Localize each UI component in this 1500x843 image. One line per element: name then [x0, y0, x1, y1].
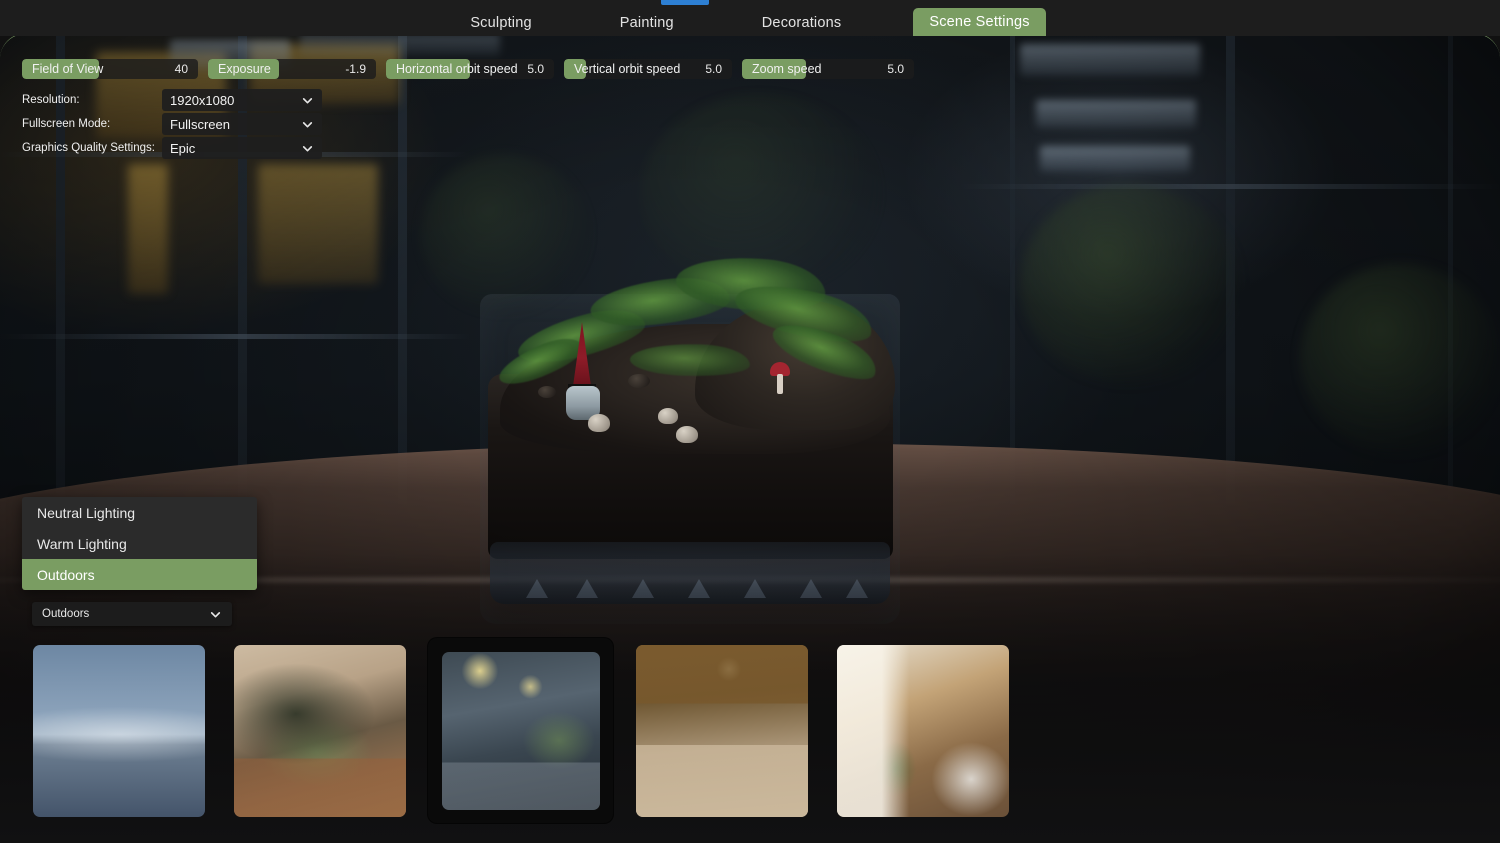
terrarium-model[interactable] [480, 251, 900, 644]
glass-shard [526, 579, 548, 598]
cool-window-glow [1036, 100, 1196, 128]
slider-label: Exposure [218, 62, 271, 76]
glass-shard [744, 579, 766, 598]
slider-value: 5.0 [887, 62, 904, 76]
slider-label: Horizontal orbit speed [396, 62, 518, 76]
window-mullion [1010, 34, 1015, 504]
slider-value: 40 [174, 62, 188, 76]
terrarium-base [490, 542, 890, 604]
env-thumb-overlay [836, 644, 1009, 817]
lighting-preset-menu: Neutral Lighting Warm Lighting Outdoors [22, 497, 257, 590]
tab-painting[interactable]: Painting [604, 10, 690, 36]
lighting-option-label: Outdoors [37, 566, 95, 583]
setting-row-fullscreen-mode: Fullscreen Mode: Fullscreen [22, 113, 322, 135]
setting-label: Fullscreen Mode: [22, 118, 111, 130]
cool-window-glow [300, 34, 500, 56]
env-thumb-overlay [233, 644, 406, 817]
chevron-down-icon [301, 142, 314, 155]
camera-sliders-row: Field of View 40 Exposure -1.9 Horizonta… [22, 59, 914, 79]
slider-value: -1.9 [345, 62, 366, 76]
lighting-option-warm[interactable]: Warm Lighting [22, 528, 257, 559]
env-thumb-archway-courtyard[interactable] [227, 638, 412, 823]
glass-shard [800, 579, 822, 598]
slider-label: Zoom speed [752, 62, 822, 76]
env-thumb-overlay [32, 644, 205, 817]
background-foliage [1300, 264, 1500, 454]
tab-decorations[interactable]: Decorations [746, 10, 858, 36]
lighting-option-label: Warm Lighting [37, 535, 127, 552]
chevron-down-icon [301, 94, 314, 107]
white-mushroom [676, 426, 698, 443]
white-mushroom [588, 414, 610, 432]
white-mushroom [658, 408, 678, 424]
mushroom-stem [777, 374, 783, 394]
slider-value: 5.0 [705, 62, 722, 76]
warm-window-glow [128, 164, 168, 294]
env-thumb-overlay [441, 651, 600, 810]
pebble [628, 374, 650, 388]
red-mushroom [770, 362, 790, 394]
env-thumb-thatched-hut[interactable] [629, 638, 814, 823]
cool-window-glow [1040, 146, 1190, 172]
setting-label: Graphics Quality Settings: [22, 142, 155, 154]
env-thumb-image [441, 651, 600, 810]
application-window: Sculpting Painting Decorations Scene Set… [0, 0, 1500, 843]
graphics-quality-value: Epic [170, 140, 196, 156]
tab-label: Sculpting [470, 15, 532, 31]
slider-value: 5.0 [527, 62, 544, 76]
glass-shard [846, 579, 868, 598]
window-rail [0, 334, 470, 339]
chevron-down-icon [209, 608, 222, 621]
env-thumb-sunlit-patio[interactable] [830, 638, 1015, 823]
tab-label: Painting [619, 15, 674, 31]
fullscreen-mode-dropdown[interactable]: Fullscreen [162, 113, 322, 135]
window-mullion [398, 34, 407, 504]
setting-row-resolution: Resolution: 1920x1080 [22, 89, 322, 111]
lighting-option-outdoors[interactable]: Outdoors [22, 559, 257, 590]
slider-zoom-speed[interactable]: Zoom speed 5.0 [742, 59, 914, 79]
window-rail [960, 184, 1500, 189]
env-thumb-image [233, 644, 406, 817]
slider-field-of-view[interactable]: Field of View 40 [22, 59, 198, 79]
glass-shard [688, 579, 710, 598]
tab-label: Decorations [761, 15, 842, 31]
tab-scene-settings[interactable]: Scene Settings [913, 8, 1046, 36]
env-thumb-image [32, 644, 205, 817]
setting-label: Resolution: [22, 94, 80, 106]
lighting-option-label: Neutral Lighting [37, 504, 136, 521]
env-thumb-image [635, 644, 808, 817]
environment-thumbnail-strip [26, 638, 1015, 823]
env-thumb-greenhouse-walkway[interactable] [428, 638, 613, 823]
slider-label: Vertical orbit speed [574, 62, 681, 76]
glass-shard [576, 579, 598, 598]
lighting-preset-value: Outdoors [42, 608, 90, 620]
resolution-dropdown[interactable]: 1920x1080 [162, 89, 322, 111]
background-foliage [1020, 184, 1240, 384]
cool-window-glow [1020, 44, 1200, 76]
slider-exposure[interactable]: Exposure -1.9 [208, 59, 376, 79]
chevron-down-icon [301, 118, 314, 131]
tab-label: Scene Settings [929, 14, 1030, 30]
resolution-value: 1920x1080 [170, 92, 235, 108]
graphics-quality-dropdown[interactable]: Epic [162, 137, 322, 159]
lighting-option-neutral[interactable]: Neutral Lighting [22, 497, 257, 528]
display-settings-panel: Resolution: 1920x1080 Fullscreen Mode: F… [22, 89, 322, 159]
tab-sculpting[interactable]: Sculpting [454, 10, 547, 36]
pebble [538, 386, 556, 398]
env-thumb-clear-sky[interactable] [26, 638, 211, 823]
window-progress-sliver [661, 0, 709, 5]
setting-row-graphics-quality: Graphics Quality Settings: Epic [22, 137, 322, 159]
lighting-preset-combobox[interactable]: Outdoors [32, 602, 232, 626]
tab-list: Sculpting Painting Decorations Scene Set… [454, 0, 1046, 36]
warm-window-glow [258, 164, 378, 284]
fullscreen-mode-value: Fullscreen [170, 116, 230, 132]
slider-label: Field of View [32, 62, 104, 76]
slider-horizontal-orbit-speed[interactable]: Horizontal orbit speed 5.0 [386, 59, 554, 79]
env-thumb-overlay [635, 644, 808, 817]
slider-vertical-orbit-speed[interactable]: Vertical orbit speed 5.0 [564, 59, 732, 79]
env-thumb-image [836, 644, 1009, 817]
main-tab-bar: Sculpting Painting Decorations Scene Set… [0, 0, 1500, 36]
glass-shard [632, 579, 654, 598]
